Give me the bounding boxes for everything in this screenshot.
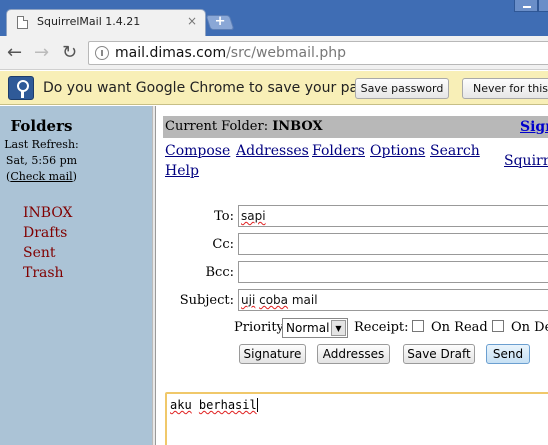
addresses-button[interactable]: Addresses xyxy=(317,344,390,364)
infobar-message: Do you want Google Chrome to save your p… xyxy=(43,80,372,96)
frame-divider[interactable] xyxy=(152,106,156,445)
url-text: mail.dimas.com/src/webmail.php xyxy=(115,45,346,61)
dropdown-arrow-icon: ▼ xyxy=(331,320,346,336)
subject-label: Subject: xyxy=(179,293,234,308)
body-word-2: berhasil xyxy=(198,398,257,412)
nav-help[interactable]: Help xyxy=(165,163,199,179)
check-mail-link[interactable]: Check mail xyxy=(10,170,72,183)
forward-arrow-icon[interactable]: → xyxy=(34,42,49,63)
current-folder-label: Current Folder: xyxy=(165,119,269,134)
back-arrow-icon[interactable]: ← xyxy=(7,42,22,63)
browser-toolbar: ← → ↻ mail.dimas.com/src/webmail.php xyxy=(0,36,548,70)
text-caret xyxy=(256,398,258,412)
on-delivery-checkbox[interactable] xyxy=(492,320,504,332)
current-folder: Current Folder: INBOX xyxy=(165,119,323,134)
priority-value: Normal xyxy=(286,321,330,335)
send-button[interactable]: Send xyxy=(486,344,530,364)
never-save-button[interactable]: Never for this si xyxy=(462,78,548,99)
folders-heading: Folders xyxy=(10,117,73,135)
nav-folders[interactable]: Folders xyxy=(312,143,365,159)
subject-word-1: uji xyxy=(241,293,256,307)
tab-title: SquirrelMail 1.4.21 xyxy=(37,15,141,28)
page-icon xyxy=(17,16,28,29)
priority-label: Priority xyxy=(234,320,284,335)
signature-button[interactable]: Signature xyxy=(239,344,306,364)
browser-titlebar: SquirrelMail 1.4.21 × + xyxy=(0,0,548,36)
last-refresh: Last Refresh: Sat, 5:56 pm (Check mail) xyxy=(0,137,83,185)
folder-sent[interactable]: Sent xyxy=(23,245,56,261)
check-mail-wrapper: (Check mail) xyxy=(0,169,83,185)
to-label: To: xyxy=(214,209,234,224)
minimize-icon xyxy=(523,6,531,8)
message-body-text: aku berhasil xyxy=(170,398,258,412)
cc-field[interactable] xyxy=(238,233,548,255)
folder-drafts[interactable]: Drafts xyxy=(23,225,67,241)
reload-icon[interactable]: ↻ xyxy=(62,42,77,63)
maximize-button[interactable] xyxy=(538,0,548,12)
save-draft-button[interactable]: Save Draft xyxy=(403,344,475,364)
subject-word-3: mail xyxy=(291,293,318,307)
paren-close: ) xyxy=(72,170,77,183)
folder-inbox[interactable]: INBOX xyxy=(23,205,73,221)
nav-addresses[interactable]: Addresses xyxy=(236,143,309,159)
sign-out-link[interactable]: Sign xyxy=(520,119,548,135)
compose-frame: Current Folder: INBOX Sign Compose Addre… xyxy=(157,106,548,445)
key-icon xyxy=(8,76,34,100)
plus-icon: + xyxy=(214,14,226,29)
on-read-label: On Read xyxy=(431,320,488,335)
nav-options[interactable]: Options xyxy=(370,143,425,159)
tab-close-icon[interactable]: × xyxy=(187,14,197,28)
current-folder-bar: Current Folder: INBOX Sign xyxy=(163,116,548,138)
folder-sidebar: Folders Last Refresh: Sat, 5:56 pm (Chec… xyxy=(0,106,152,445)
bcc-label: Bcc: xyxy=(205,265,235,280)
folder-trash[interactable]: Trash xyxy=(23,265,64,281)
save-password-button[interactable]: Save password xyxy=(355,78,449,99)
last-refresh-label: Last Refresh: xyxy=(4,138,79,151)
page-info-icon[interactable] xyxy=(95,46,109,60)
current-folder-name: INBOX xyxy=(272,119,323,134)
minimize-button[interactable] xyxy=(514,0,538,12)
nav-search[interactable]: Search xyxy=(430,143,480,159)
address-bar[interactable]: mail.dimas.com/src/webmail.php xyxy=(88,41,548,65)
subject-field[interactable]: uji coba mail xyxy=(238,289,548,311)
receipt-label: Receipt: xyxy=(354,320,409,335)
squirrelmail-link[interactable]: Squirre xyxy=(504,153,548,169)
message-body[interactable]: aku berhasil xyxy=(165,392,548,445)
to-field[interactable]: sapi xyxy=(238,205,548,227)
last-refresh-time: Sat, 5:56 pm xyxy=(5,154,78,167)
on-read-checkbox[interactable] xyxy=(412,320,424,332)
url-path: /src/webmail.php xyxy=(226,45,347,61)
save-password-infobar: Do you want Google Chrome to save your p… xyxy=(0,71,548,105)
priority-select[interactable]: Normal ▼ xyxy=(282,318,348,338)
body-word-1: aku xyxy=(170,398,192,412)
nav-compose[interactable]: Compose xyxy=(165,143,230,159)
subject-word-2: coba xyxy=(259,293,289,307)
to-value: sapi xyxy=(241,209,266,223)
browser-tab[interactable]: SquirrelMail 1.4.21 × xyxy=(6,9,206,36)
on-delivery-label: On De xyxy=(511,320,548,335)
bcc-field[interactable] xyxy=(238,261,548,283)
new-tab-button[interactable]: + xyxy=(205,14,235,30)
cc-label: Cc: xyxy=(212,237,234,252)
url-host: mail.dimas.com xyxy=(115,45,227,61)
